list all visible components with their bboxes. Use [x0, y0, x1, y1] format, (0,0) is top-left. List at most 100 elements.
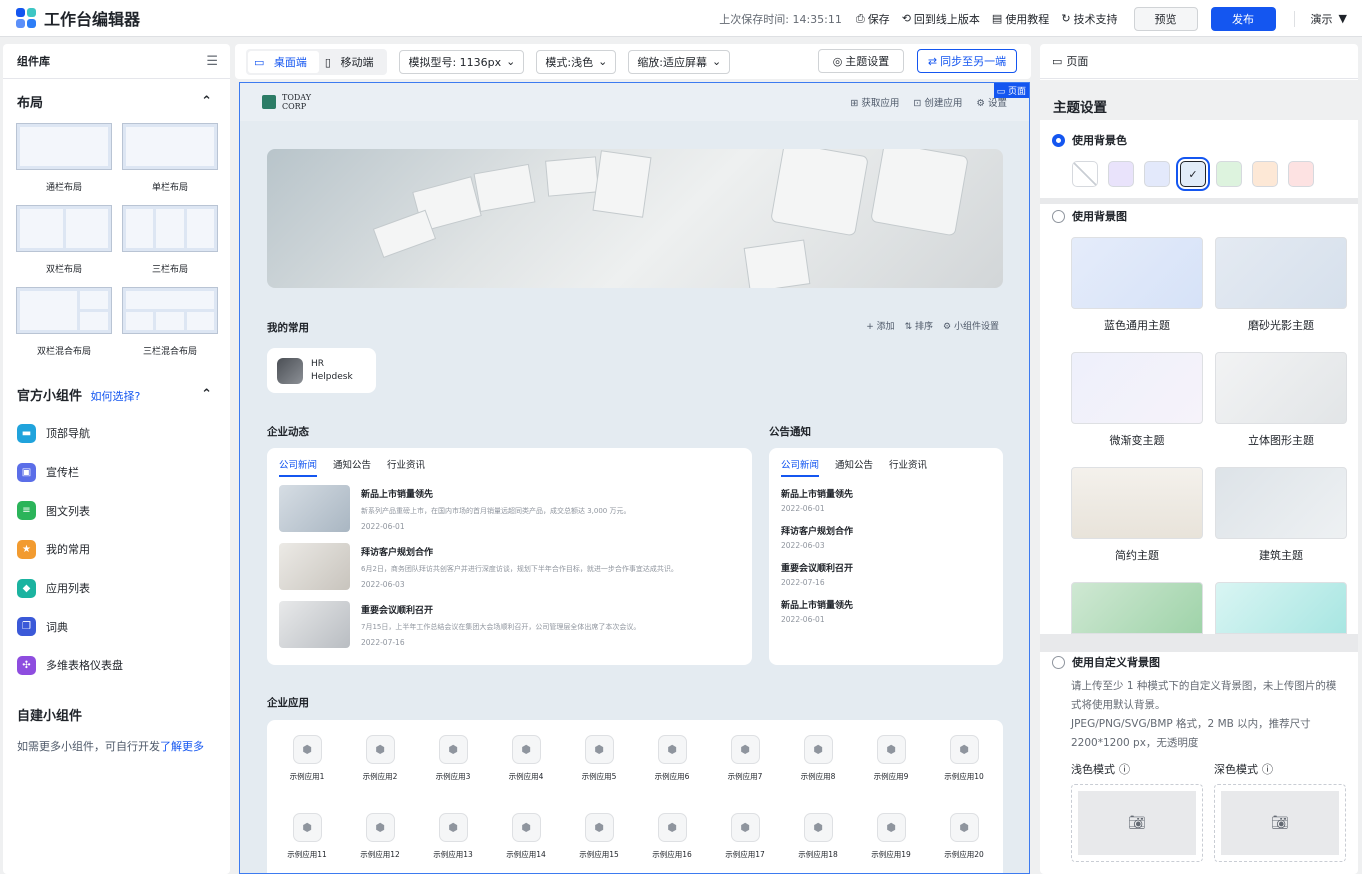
- create-app-link[interactable]: ⊡ 创建应用: [913, 95, 962, 109]
- app-item[interactable]: ⬢ 示例应用5: [563, 735, 635, 782]
- save-button[interactable]: ⎙ 保存: [856, 11, 890, 27]
- chevron-up-icon[interactable]: ⌃: [201, 94, 212, 109]
- info-icon[interactable]: ⓘ: [1262, 761, 1273, 777]
- dark-mode-upload[interactable]: 📷︎: [1214, 784, 1346, 862]
- app-item[interactable]: ⬢ 示例应用18: [782, 813, 854, 860]
- mode-select[interactable]: 模式:浅色 ⌄: [536, 49, 617, 74]
- announce-item[interactable]: 重要会议顺利召开 2022-07-16: [781, 561, 1003, 587]
- theme-option[interactable]: [1215, 582, 1347, 634]
- layout-two-column-mixed[interactable]: 双栏混合布局: [16, 287, 112, 369]
- layout-two-column[interactable]: 双栏布局: [16, 205, 112, 287]
- radio-selected[interactable]: [1052, 133, 1065, 147]
- app-item[interactable]: ⬢ 示例应用13: [417, 813, 489, 860]
- hr-helpdesk-shortcut[interactable]: HR Helpdesk: [267, 348, 376, 393]
- settings-link[interactable]: ⚙ 设置: [976, 95, 1007, 109]
- news-item[interactable]: 拜访客户规划合作 6月2日，商务团队拜访共创客户并进行深度访谈，规划下半年合作目标…: [279, 543, 752, 590]
- announce-item[interactable]: 新品上市销量领先 2022-06-01: [781, 598, 1003, 624]
- theme-option[interactable]: 蓝色通用主题: [1071, 237, 1203, 333]
- swatch-red[interactable]: [1288, 161, 1314, 187]
- widget-item[interactable]: ✣ 多维表格仪表盘: [3, 646, 230, 685]
- theme-option[interactable]: 简约主题: [1071, 467, 1203, 563]
- theme-option[interactable]: 建筑主题: [1215, 467, 1347, 563]
- app-item[interactable]: ⬢ 示例应用11: [271, 813, 343, 860]
- app-item[interactable]: ⬢ 示例应用19: [855, 813, 927, 860]
- layout-section-header[interactable]: 布局 ⌃: [3, 92, 230, 111]
- collapse-panel-icon[interactable]: ☰: [206, 54, 218, 69]
- app-item[interactable]: ⬢ 示例应用3: [417, 735, 489, 782]
- swatch-purple[interactable]: [1108, 161, 1134, 187]
- tutorial-button[interactable]: ▤ 使用教程: [992, 11, 1049, 27]
- widget-item[interactable]: ▬ 顶部导航: [3, 414, 230, 453]
- info-icon[interactable]: ⓘ: [1119, 761, 1130, 777]
- app-item[interactable]: ⬢ 示例应用10: [928, 735, 1000, 782]
- app-item[interactable]: ⬢ 示例应用4: [490, 735, 562, 782]
- app-item[interactable]: ⬢ 示例应用9: [855, 735, 927, 782]
- announce-tab[interactable]: 通知公告: [835, 457, 873, 477]
- theme-option[interactable]: [1071, 582, 1203, 634]
- widget-item[interactable]: ★ 我的常用: [3, 530, 230, 569]
- app-item[interactable]: ⬢ 示例应用1: [271, 735, 343, 782]
- app-item[interactable]: ⬢ 示例应用8: [782, 735, 854, 782]
- widget-settings-link[interactable]: ⚙ 小组件设置: [943, 319, 999, 332]
- publish-button[interactable]: 发布: [1210, 6, 1276, 31]
- theme-settings-button[interactable]: ◎ 主题设置: [818, 49, 904, 73]
- theme-option[interactable]: 微渐变主题: [1071, 352, 1203, 448]
- sync-button[interactable]: ⇄ 同步至另一端: [917, 49, 1017, 73]
- swatch-light-blue[interactable]: ✓: [1176, 157, 1210, 191]
- news-item[interactable]: 新品上市销量领先 新系列产品重磅上市，在国内市场的首月销量远超同类产品，成交总额达…: [279, 485, 752, 532]
- app-item[interactable]: ⬢ 示例应用16: [636, 813, 708, 860]
- zoom-select[interactable]: 缩放:适应屏幕 ⌄: [628, 49, 731, 74]
- layout-three-column[interactable]: 三栏布局: [122, 205, 218, 287]
- add-favorite-link[interactable]: + 添加: [866, 319, 894, 332]
- radio-unselected[interactable]: [1052, 209, 1065, 223]
- swatch-green[interactable]: [1216, 161, 1242, 187]
- news-tab[interactable]: 公司新闻: [279, 457, 318, 477]
- announce-item[interactable]: 新品上市销量领先 2022-06-01: [781, 487, 1003, 513]
- get-apps-link[interactable]: ⊞ 获取应用: [850, 95, 899, 109]
- light-mode-upload[interactable]: 📷︎: [1071, 784, 1203, 862]
- desktop-tab[interactable]: ▭ 桌面端: [248, 50, 319, 73]
- page-canvas[interactable]: ▭ 页面 TODAYCORP ⊞ 获取应用 ⊡ 创建应用 ⚙ 设置 我的常用: [239, 82, 1030, 874]
- official-widgets-header[interactable]: 官方小组件 如何选择? ⌃: [3, 385, 230, 404]
- swatch-none[interactable]: [1072, 161, 1098, 187]
- app-item[interactable]: ⬢ 示例应用15: [563, 813, 635, 860]
- support-button[interactable]: ↻ 技术支持: [1061, 11, 1117, 27]
- announce-item[interactable]: 拜访客户规划合作 2022-06-03: [781, 524, 1003, 550]
- swatch-orange[interactable]: [1252, 161, 1278, 187]
- app-item[interactable]: ⬢ 示例应用17: [709, 813, 781, 860]
- preview-button[interactable]: 预览: [1133, 6, 1198, 31]
- custom-bg-option[interactable]: 使用自定义背景图: [1052, 654, 1160, 670]
- news-tab[interactable]: 行业资讯: [387, 457, 425, 477]
- demo-dropdown[interactable]: 演示 ▼: [1311, 11, 1347, 27]
- widget-item[interactable]: ▣ 宣传栏: [3, 453, 230, 492]
- layout-three-column-mixed[interactable]: 三栏混合布局: [122, 287, 218, 369]
- news-tab[interactable]: 通知公告: [333, 457, 371, 477]
- app-item[interactable]: ⬢ 示例应用20: [928, 813, 1000, 860]
- model-select[interactable]: 模拟型号: 1136px ⌄: [399, 49, 525, 74]
- announce-tab[interactable]: 公司新闻: [781, 457, 820, 477]
- radio-unselected[interactable]: [1052, 655, 1065, 669]
- how-to-choose-link[interactable]: 如何选择?: [91, 390, 141, 403]
- app-item[interactable]: ⬢ 示例应用6: [636, 735, 708, 782]
- layout-full[interactable]: 通栏布局: [16, 123, 112, 205]
- revert-button[interactable]: ⟲ 回到线上版本: [902, 11, 980, 27]
- layout-single[interactable]: 单栏布局: [122, 123, 218, 205]
- news-item[interactable]: 重要会议顺利召开 7月15日，上半年工作总结会议在集团大会场顺利召开，公司管理层全…: [279, 601, 752, 648]
- app-item[interactable]: ⬢ 示例应用12: [344, 813, 416, 860]
- bg-color-option[interactable]: 使用背景色: [1052, 132, 1127, 148]
- app-item[interactable]: ⬢ 示例应用7: [709, 735, 781, 782]
- app-item[interactable]: ⬢ 示例应用14: [490, 813, 562, 860]
- sort-link[interactable]: ⇅ 排序: [905, 319, 933, 332]
- widget-item[interactable]: ◆ 应用列表: [3, 569, 230, 608]
- theme-option[interactable]: 磨砂光影主题: [1215, 237, 1347, 333]
- app-item[interactable]: ⬢ 示例应用2: [344, 735, 416, 782]
- bg-image-option[interactable]: 使用背景图: [1052, 208, 1127, 224]
- swatch-blue[interactable]: [1144, 161, 1170, 187]
- widget-item[interactable]: ❐ 词典: [3, 607, 230, 646]
- theme-option[interactable]: 立体图形主题: [1215, 352, 1347, 448]
- chevron-up-icon[interactable]: ⌃: [201, 387, 212, 402]
- mobile-tab[interactable]: ▯ 移动端: [319, 51, 386, 73]
- learn-more-link[interactable]: 了解更多: [160, 740, 204, 753]
- widget-item[interactable]: ≡ 图文列表: [3, 491, 230, 530]
- announce-tab[interactable]: 行业资讯: [889, 457, 927, 477]
